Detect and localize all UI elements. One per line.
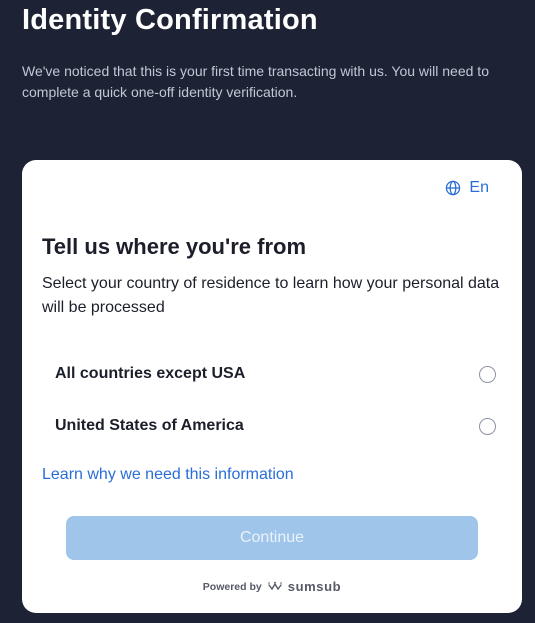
page-description: We've noticed that this is your first ti…: [22, 63, 489, 100]
language-label: En: [469, 179, 489, 196]
verification-card: En Tell us where you're from Select your…: [22, 160, 522, 613]
card-description: Select your country of residence to lear…: [42, 275, 500, 316]
globe-icon: [445, 180, 461, 196]
sumsub-logo-icon: [267, 581, 283, 593]
powered-by-footer: Powered by sumsub: [22, 579, 522, 594]
continue-button[interactable]: Continue: [66, 516, 478, 560]
radio-button[interactable]: [479, 417, 496, 435]
powered-by-label: Powered by: [202, 580, 262, 593]
card-title: Tell us where you're from: [42, 234, 306, 259]
option-all-countries-except-usa[interactable]: All countries except USA: [42, 352, 502, 396]
option-united-states[interactable]: United States of America: [42, 404, 502, 448]
option-label: All countries except USA: [55, 365, 246, 382]
option-label: United States of America: [55, 417, 244, 434]
brand-name: sumsub: [287, 579, 342, 594]
language-selector[interactable]: En: [445, 179, 489, 197]
learn-why-link[interactable]: Learn why we need this information: [42, 466, 294, 484]
page-title: Identity Confirmation: [22, 4, 318, 36]
radio-button[interactable]: [479, 365, 496, 383]
